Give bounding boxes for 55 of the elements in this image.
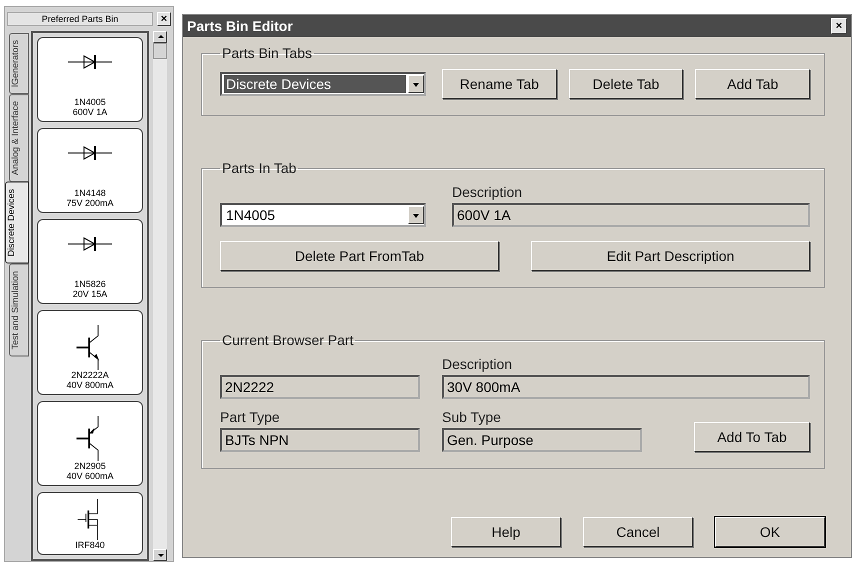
part-card[interactable]: 1N5826 20V 15A bbox=[37, 219, 143, 304]
sub-type-field[interactable]: Gen. Purpose bbox=[442, 428, 642, 452]
group-title: Current Browser Part bbox=[221, 332, 354, 348]
dialog-button[interactable]: Cancel bbox=[583, 517, 693, 547]
part-card[interactable]: 2N2222A 40V 800mA bbox=[37, 310, 143, 395]
diode-symbol-icon bbox=[68, 234, 112, 254]
field-label: Description bbox=[452, 184, 524, 200]
part-card[interactable]: 2N2905 40V 600mA bbox=[37, 401, 143, 486]
scroll-thumb[interactable] bbox=[153, 43, 167, 59]
scroll-down-icon[interactable] bbox=[153, 549, 167, 561]
part-rating: 600V 1A bbox=[72, 107, 108, 117]
part-name: 1N5826 bbox=[74, 279, 106, 289]
part-type-field[interactable]: BJTs NPN bbox=[220, 428, 420, 452]
vertical-tab[interactable]: lGenerators bbox=[9, 33, 29, 94]
part-name: 1N4005 bbox=[74, 97, 106, 107]
diode-symbol-icon bbox=[68, 143, 112, 163]
part-name: 2N2905 bbox=[74, 461, 106, 471]
vertical-tab[interactable]: Discrete Devices bbox=[5, 182, 29, 264]
part-rating: 20V 15A bbox=[72, 289, 108, 299]
part-card[interactable]: IRF840 bbox=[37, 492, 143, 555]
field-label: Description bbox=[442, 356, 514, 372]
part-dropdown[interactable]: 1N4005 bbox=[220, 203, 426, 227]
field-label: Part Type bbox=[220, 409, 281, 425]
part-card[interactable]: 1N4148 75V 200mA bbox=[37, 128, 143, 213]
part-card[interactable]: 1N4005 600V 1A bbox=[37, 37, 143, 122]
diode-symbol-icon bbox=[68, 52, 112, 72]
group-title: Parts Bin Tabs bbox=[221, 45, 314, 61]
close-button[interactable]: × bbox=[831, 18, 847, 34]
vertical-tab[interactable]: Analog & Interface bbox=[9, 94, 29, 182]
part-field[interactable]: 2N2222 bbox=[220, 375, 420, 399]
field-label: Sub Type bbox=[442, 409, 502, 425]
part-rating: 75V 200mA bbox=[66, 198, 114, 208]
part-name: 2N2222A bbox=[71, 370, 109, 380]
window-title: Parts Bin Editor bbox=[187, 18, 294, 34]
part-rating: 40V 800mA bbox=[66, 380, 114, 390]
part-name: 1N4148 bbox=[74, 188, 106, 198]
part-button[interactable]: Delete Part FromTab bbox=[220, 241, 499, 271]
dialog-button[interactable]: Help bbox=[451, 517, 561, 547]
part-button[interactable]: Edit Part Description bbox=[531, 241, 810, 271]
tab-dropdown[interactable]: Discrete Devices bbox=[220, 72, 426, 96]
tab-button[interactable]: Rename Tab bbox=[442, 69, 557, 99]
close-button[interactable]: × bbox=[157, 12, 171, 26]
tab-button[interactable]: Add Tab bbox=[695, 69, 810, 99]
description-field[interactable]: 30V 800mA bbox=[442, 375, 810, 399]
group-title: Parts In Tab bbox=[221, 160, 298, 176]
part-name: IRF840 bbox=[75, 540, 105, 550]
dialog-button[interactable]: OK bbox=[715, 517, 825, 547]
panel-title: Preferred Parts Bin bbox=[7, 12, 153, 26]
scrollbar[interactable] bbox=[153, 31, 167, 561]
scroll-up-icon[interactable] bbox=[153, 31, 167, 43]
part-rating: 40V 600mA bbox=[66, 471, 114, 481]
vertical-tab[interactable]: Test and Simulation bbox=[9, 264, 29, 356]
description-field[interactable]: 600V 1A bbox=[452, 203, 810, 227]
tab-button[interactable]: Delete Tab bbox=[568, 69, 684, 99]
add-to-tab-button[interactable]: Add To Tab bbox=[694, 422, 810, 452]
